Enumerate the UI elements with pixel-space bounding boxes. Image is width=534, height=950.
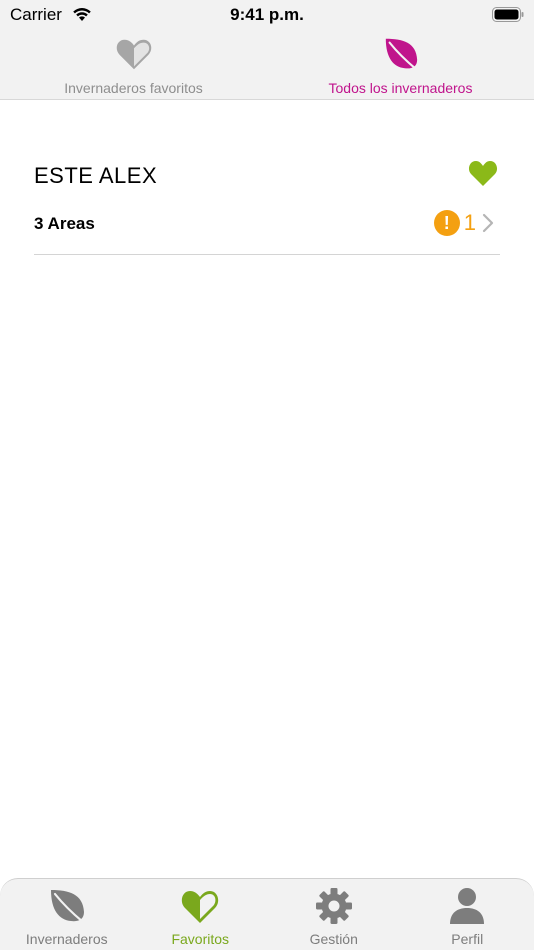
alert-indicator: ! 1 [433,209,494,237]
tab-greenhouses[interactable]: Invernaderos [0,879,134,950]
tab-profile[interactable]: Perfil [401,879,534,950]
tab-all-greenhouses-label: Todos los invernaderos [328,80,473,96]
tab-management[interactable]: Gestión [267,879,401,950]
battery-icon [492,7,524,22]
tab-profile-label: Perfil [451,931,484,947]
half-heart-icon [182,891,219,923]
greenhouse-row[interactable]: ESTE ALEX 3 Areas ! 1 [34,157,500,255]
tab-all-greenhouses[interactable]: Todos los invernaderos [267,30,534,99]
greenhouse-filter-tabs: Invernaderos favoritos Todos los inverna… [0,30,534,100]
status-bar: Carrier 9:41 p.m. [0,0,534,30]
tab-greenhouses-label: Invernaderos [25,931,108,947]
greenhouse-name: ESTE ALEX [34,163,158,188]
leaf-icon [385,38,417,71]
bottom-tab-bar: Invernaderos Favoritos Gestión Perfil [0,878,534,950]
greenhouse-areas-count: 3 Areas [34,214,95,233]
clock-time: 9:41 p.m. [230,5,304,24]
favorite-heart-icon[interactable] [468,159,498,187]
gear-icon [315,888,352,924]
alert-icon: ! [433,210,460,236]
alert-count: 1 [463,210,476,235]
tab-management-label: Gestión [309,931,358,947]
person-icon [450,888,485,924]
tab-favorites-label: Favoritos [171,931,230,947]
tab-favorites[interactable]: Favoritos [134,879,268,950]
leaf-icon [50,890,84,924]
chevron-right-icon [482,213,494,233]
greenhouse-list: ESTE ALEX 3 Areas ! 1 [0,101,534,878]
tab-favorite-greenhouses[interactable]: Invernaderos favoritos [0,30,267,99]
half-heart-icon [116,39,151,70]
tab-favorite-greenhouses-label: Invernaderos favoritos [64,80,203,96]
